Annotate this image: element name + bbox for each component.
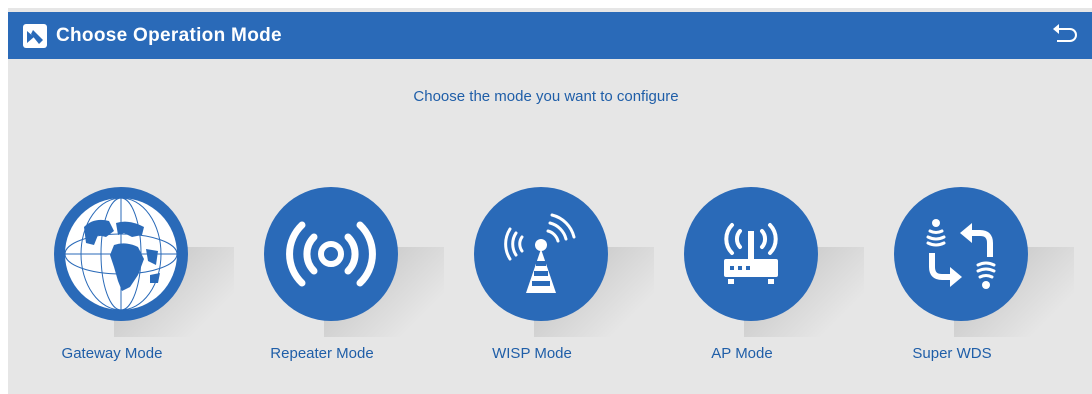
instruction-text: Choose the mode you want to configure: [413, 88, 679, 105]
mode-label: Super WDS: [912, 345, 992, 362]
mode-icon-container: [474, 187, 654, 337]
mode-icon-container: [264, 187, 444, 337]
globe-icon: [54, 187, 188, 321]
antenna-tower-icon: [474, 187, 608, 321]
mode-label: AP Mode: [711, 345, 773, 362]
broadcast-icon: [264, 187, 398, 321]
mode-icon-container: [54, 187, 234, 337]
super-wds-option[interactable]: Super WDS: [862, 187, 1074, 377]
router-icon: [684, 187, 818, 321]
left-border: [0, 0, 8, 394]
gateway-mode-option[interactable]: Gateway Mode: [22, 187, 234, 377]
mode-icon-container: [894, 187, 1074, 337]
repeater-mode-option[interactable]: Repeater Mode: [232, 187, 444, 377]
mode-label: Gateway Mode: [61, 345, 163, 362]
router-logo-icon: [23, 23, 47, 48]
wisp-mode-option[interactable]: WISP Mode: [442, 187, 654, 377]
mode-icon-container: [684, 187, 864, 337]
mode-label: Repeater Mode: [270, 345, 374, 362]
mode-label: WISP Mode: [492, 345, 572, 362]
ap-mode-option[interactable]: AP Mode: [652, 187, 864, 377]
back-arrow-icon[interactable]: [1050, 21, 1078, 49]
wds-exchange-icon: [894, 187, 1028, 321]
page-title: Choose Operation Mode: [56, 24, 282, 46]
top-border: [0, 0, 1092, 8]
header-bar: Choose Operation Mode: [8, 12, 1092, 59]
